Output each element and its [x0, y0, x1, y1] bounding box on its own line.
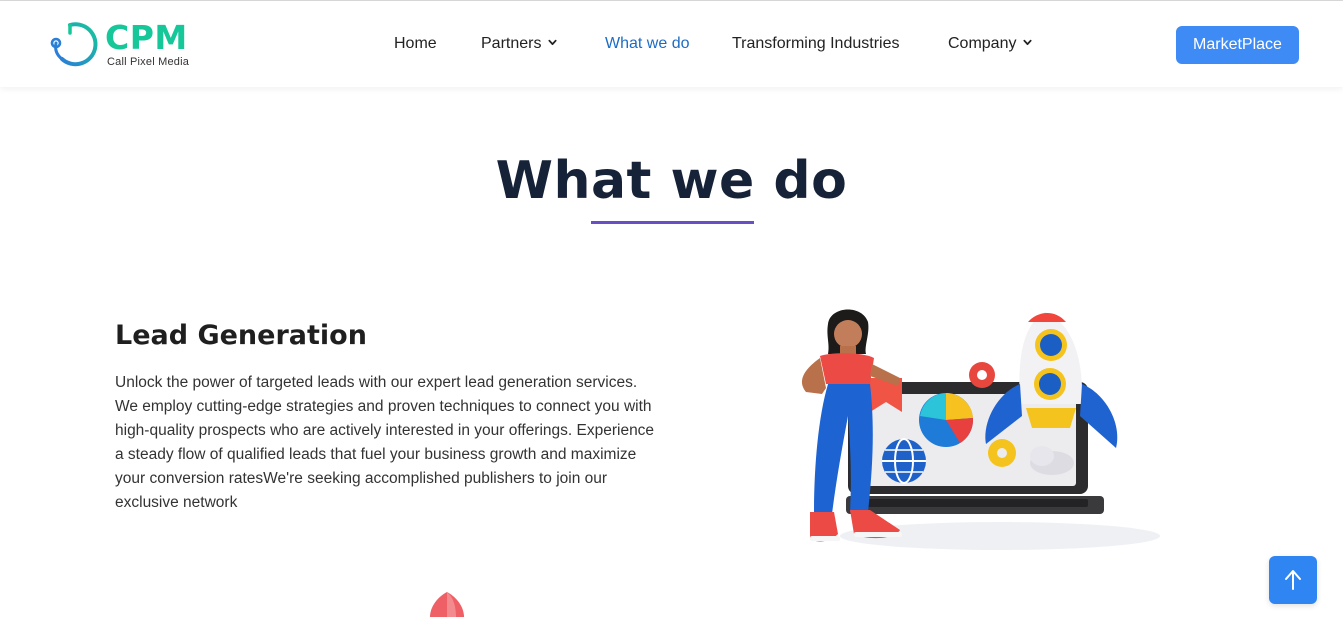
scroll-to-top-button[interactable]: [1269, 556, 1317, 604]
logo-title: CPM: [105, 18, 188, 57]
chevron-down-icon: [1023, 39, 1033, 46]
rocket-illustration-partial: [430, 592, 464, 617]
nav-item-partners[interactable]: Partners: [481, 34, 558, 54]
nav-item-what-we-do[interactable]: What we do: [605, 34, 689, 54]
arrow-up-icon: [1285, 570, 1301, 590]
logo-subtitle: Call Pixel Media: [107, 56, 190, 68]
page-title: What we do: [495, 151, 848, 211]
marketplace-button[interactable]: MarketPlace: [1176, 26, 1299, 64]
lead-generation-illustration: [801, 309, 1160, 550]
headset-logo-icon: [50, 22, 98, 67]
nav-item-company[interactable]: Company: [948, 34, 1033, 54]
site-header: CPM Call Pixel Media Home Partners What …: [0, 1, 1343, 87]
section-body: Unlock the power of targeted leads with …: [115, 374, 655, 511]
nav-item-transforming-industries[interactable]: Transforming Industries: [732, 34, 899, 54]
logo-link[interactable]: CPM Call Pixel Media: [48, 19, 198, 71]
nav-item-label: Partners: [481, 35, 542, 52]
nav-item-label: Home: [394, 35, 437, 52]
title-underline: [591, 221, 754, 224]
nav-item-home[interactable]: Home: [394, 34, 437, 54]
nav-item-label: Transforming Industries: [732, 35, 900, 52]
chevron-down-icon: [548, 39, 558, 46]
nav-item-label: Company: [948, 35, 1017, 52]
nav-item-label: What we do: [605, 35, 690, 52]
section-heading: Lead Generation: [115, 320, 367, 351]
